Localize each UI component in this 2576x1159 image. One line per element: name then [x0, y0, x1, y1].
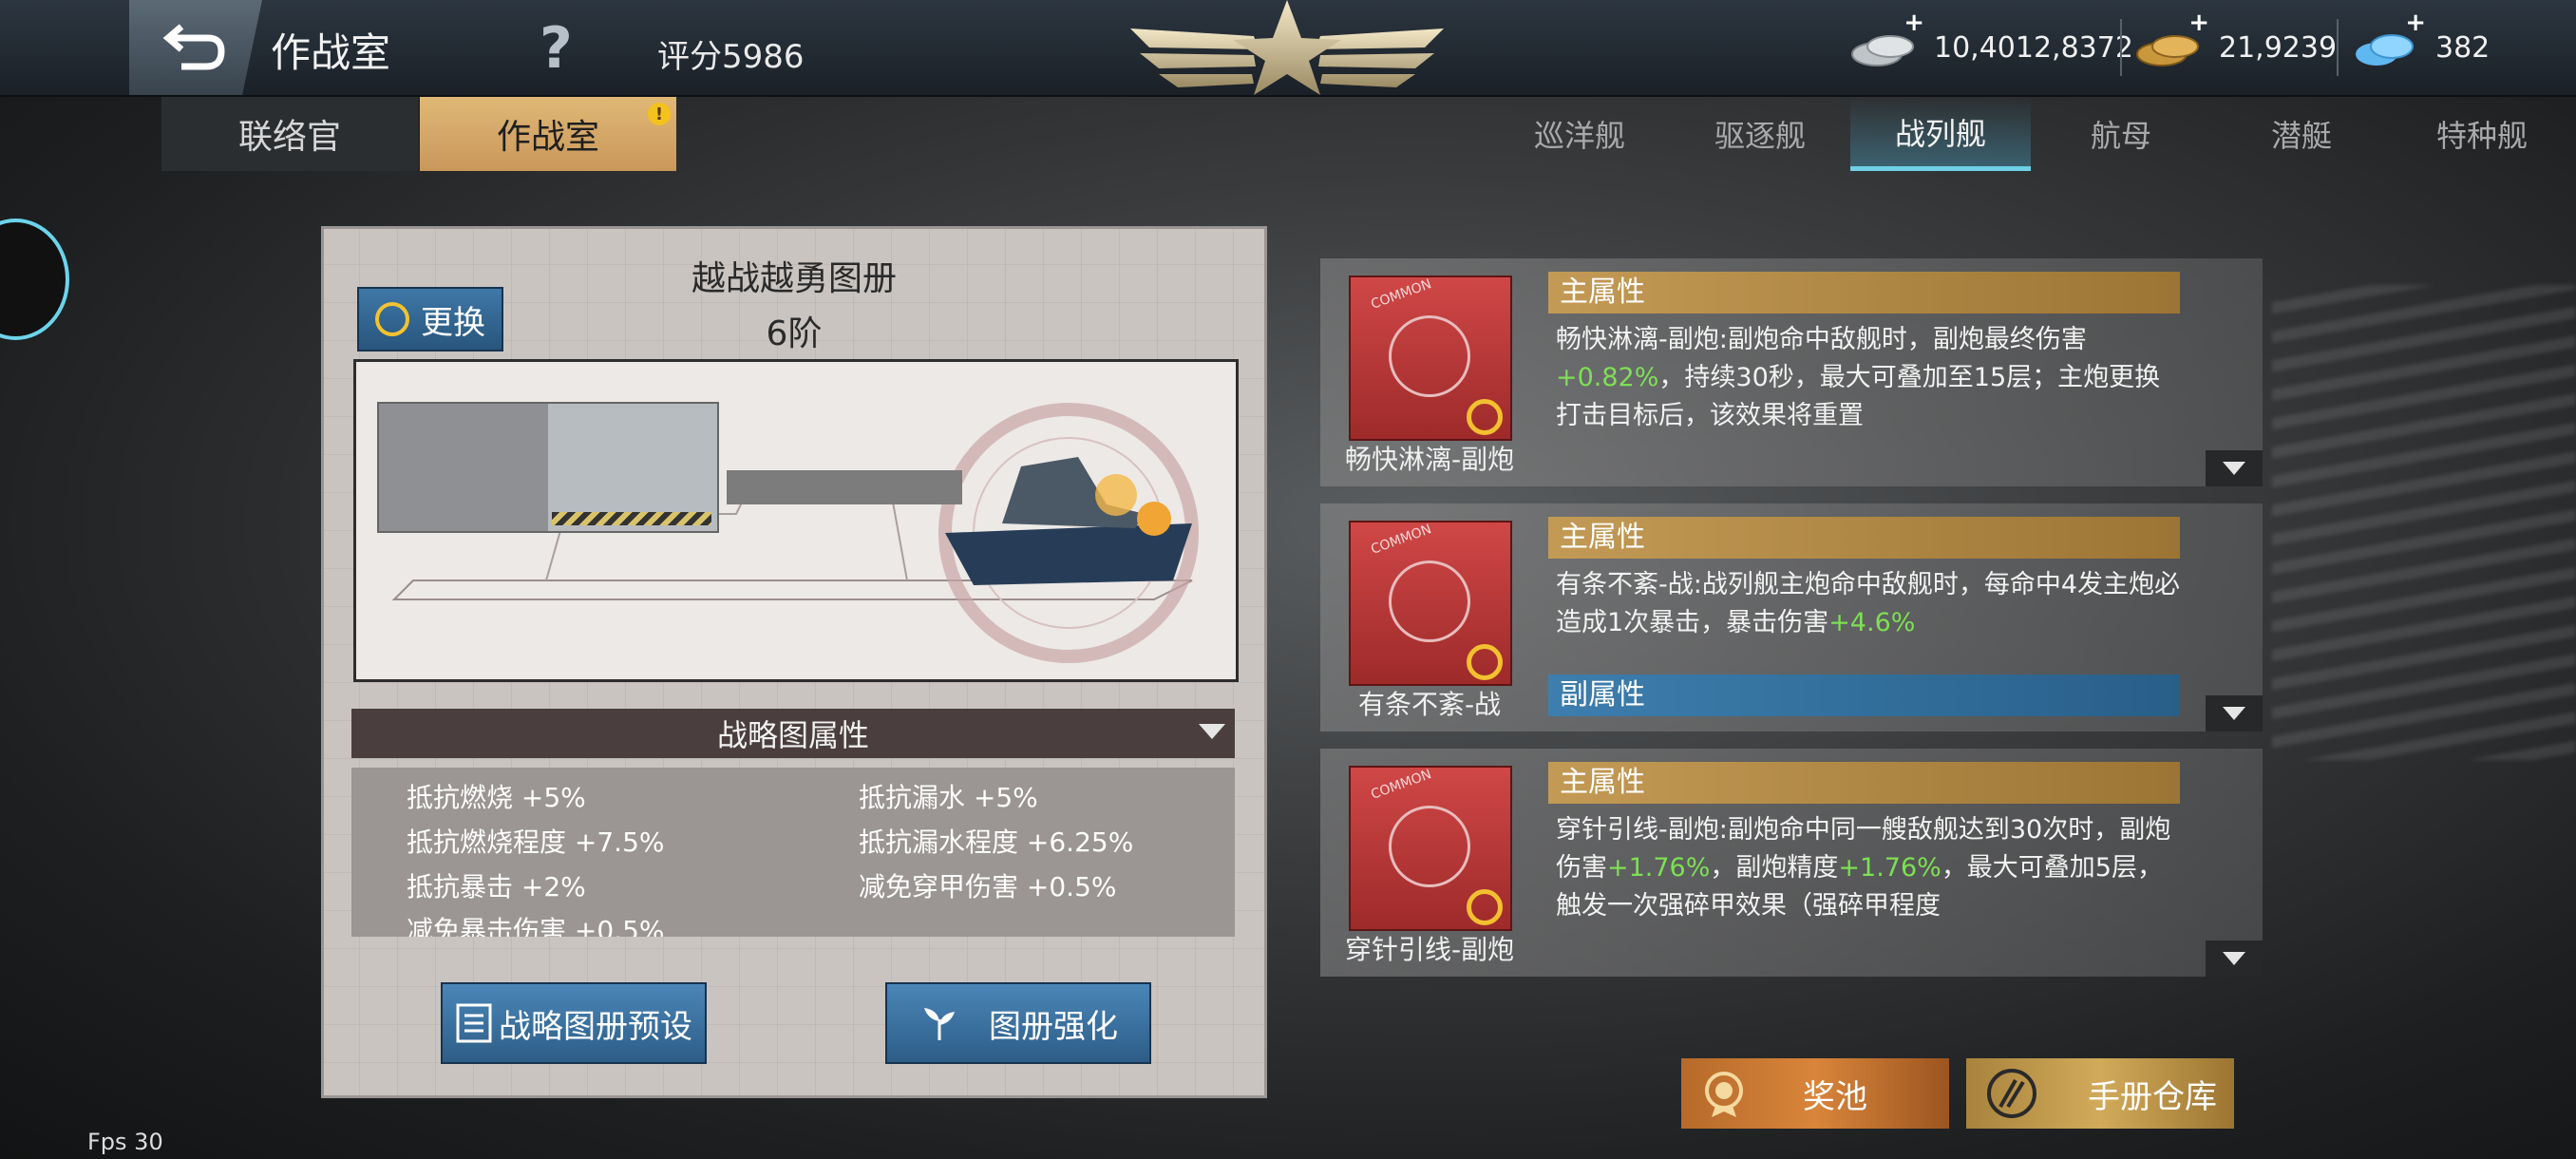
tab-cruiser[interactable]: 巡洋舰	[1489, 97, 1670, 171]
refresh-icon[interactable]	[1467, 889, 1503, 925]
chevron-down-icon[interactable]	[2206, 450, 2263, 486]
reward-pool-button[interactable]: 奖池	[1681, 1058, 1949, 1129]
hazard-stripe	[552, 512, 711, 525]
chevron-down-icon[interactable]	[2206, 940, 2263, 977]
attr-item: 抵抗燃烧 +5%	[407, 782, 586, 813]
manual-warehouse-button[interactable]: 手册仓库	[1966, 1058, 2234, 1129]
back-button[interactable]	[129, 0, 262, 95]
rank-star-emblem-icon	[1130, 0, 1444, 95]
currency-divider	[2337, 19, 2339, 76]
warehouse-icon	[1987, 1069, 2036, 1118]
tab-special[interactable]: 特种舰	[2392, 97, 2572, 171]
attr-item: 减免穿甲伤害 +0.5%	[859, 871, 1117, 902]
currency-gold[interactable]: + 21,9239	[2133, 9, 2338, 76]
book-icon: COMMON	[1349, 276, 1512, 441]
album-preset-button[interactable]: 战略图册预设	[441, 982, 707, 1064]
sub-attr-label: 副属性	[1548, 674, 2180, 716]
attr-item: 抵抗暴击 +2%	[407, 871, 586, 902]
tab-battleship[interactable]: 战列舰	[1850, 97, 2031, 171]
diamond-amount: 382	[2435, 30, 2491, 65]
currency-divider	[2120, 19, 2122, 76]
gold-amount: 21,9239	[2219, 30, 2338, 65]
main-attr-label: 主属性	[1548, 762, 2180, 804]
attr-item: 抵抗燃烧程度 +7.5%	[407, 826, 665, 858]
attr-item: 抵抗漏水程度 +6.25%	[859, 826, 1134, 858]
secondary-gun-icon	[379, 404, 548, 531]
album-panel: 越战越勇图册 6阶 更换 战略图属性 抵抗燃烧 +5% 抵抗漏水 +5% 抵抗燃…	[321, 226, 1267, 1098]
chevron-down-icon	[1199, 724, 1225, 739]
attr-item: 抵抗漏水 +5%	[859, 782, 1038, 813]
main-attr-label: 主属性	[1548, 517, 2180, 559]
silver-amount: 10,4012,8372	[1934, 30, 2133, 65]
tab-destroyer[interactable]: 驱逐舰	[1670, 97, 1850, 171]
fps-counter: Fps 30	[87, 1129, 163, 1155]
help-icon[interactable]: ?	[540, 15, 573, 82]
book-icon: COMMON	[1349, 766, 1512, 931]
strategy-attr-header[interactable]: 战略图属性	[351, 709, 1235, 758]
currency-silver[interactable]: + 10,4012,8372	[1848, 9, 2133, 76]
event-logo-icon[interactable]	[0, 218, 69, 340]
tab-liaison[interactable]: 联络官	[161, 97, 418, 171]
alert-badge-icon: !	[648, 103, 671, 125]
gold-coins-icon: +	[2133, 9, 2209, 69]
refresh-icon[interactable]	[1467, 644, 1503, 680]
card-description: 有条不紊-战:战列舰主炮命中敌舰时，每命中4发主炮必造成1次暴击，暴击伤害+4.…	[1556, 570, 2181, 637]
tab-war-room[interactable]: 作战室 !	[420, 97, 676, 171]
manual-card[interactable]: COMMON 穿针引线-副炮 主属性 穿针引线-副炮:副炮命中同一艘敌舰达到30…	[1320, 749, 2263, 977]
sprout-icon	[924, 1008, 955, 1040]
book-icon: COMMON	[1349, 521, 1512, 686]
background-light-streaks	[2272, 285, 2576, 760]
page-title: 作战室	[271, 29, 391, 76]
card-name: 畅快淋漓-副炮	[1344, 444, 1515, 475]
medal-icon	[1705, 1072, 1743, 1117]
card-name: 穿针引线-副炮	[1344, 934, 1515, 965]
card-description: 穿针引线-副炮:副炮命中同一艘敌舰达到30次时，副炮伤害+1.76%，副炮精度+…	[1556, 815, 2171, 921]
strategy-attr-list: 抵抗燃烧 +5% 抵抗漏水 +5% 抵抗燃烧程度 +7.5% 抵抗漏水程度 +6…	[351, 768, 1235, 937]
score-label: 评分5986	[657, 38, 805, 76]
swap-button[interactable]: 更换	[357, 287, 503, 352]
manual-card[interactable]: COMMON 有条不紊-战 主属性 有条不紊-战:战列舰主炮命中敌舰时，每命中4…	[1320, 504, 2263, 732]
back-arrow-icon	[162, 24, 225, 70]
slot-name-bar	[727, 470, 962, 504]
card-name: 有条不紊-战	[1357, 689, 1502, 720]
tab-submarine[interactable]: 潜艇	[2211, 97, 2392, 171]
manual-card[interactable]: COMMON 畅快淋漓-副炮 主属性 畅快淋漓-副炮:副炮命中敌舰时，副炮最终伤…	[1320, 258, 2263, 486]
album-enhance-button[interactable]: 图册强化	[885, 982, 1151, 1064]
currency-diamond[interactable]: + 382	[2350, 9, 2491, 76]
chevron-down-icon[interactable]	[2206, 695, 2263, 732]
list-icon	[456, 1003, 492, 1043]
diamond-icon: +	[2350, 9, 2426, 69]
refresh-icon	[375, 302, 409, 336]
silver-coins-icon: +	[1848, 9, 1924, 69]
ship-blueprint	[353, 359, 1239, 682]
equipment-slot[interactable]	[377, 402, 719, 533]
main-attr-label: 主属性	[1548, 272, 2180, 314]
attr-item: 减免暴击伤害 +0.5%	[407, 915, 665, 937]
card-description: 畅快淋漓-副炮:副炮命中敌舰时，副炮最终伤害+0.82%，持续30秒，最大可叠加…	[1556, 325, 2161, 430]
tab-carrier[interactable]: 航母	[2031, 97, 2211, 171]
refresh-icon[interactable]	[1467, 399, 1503, 435]
